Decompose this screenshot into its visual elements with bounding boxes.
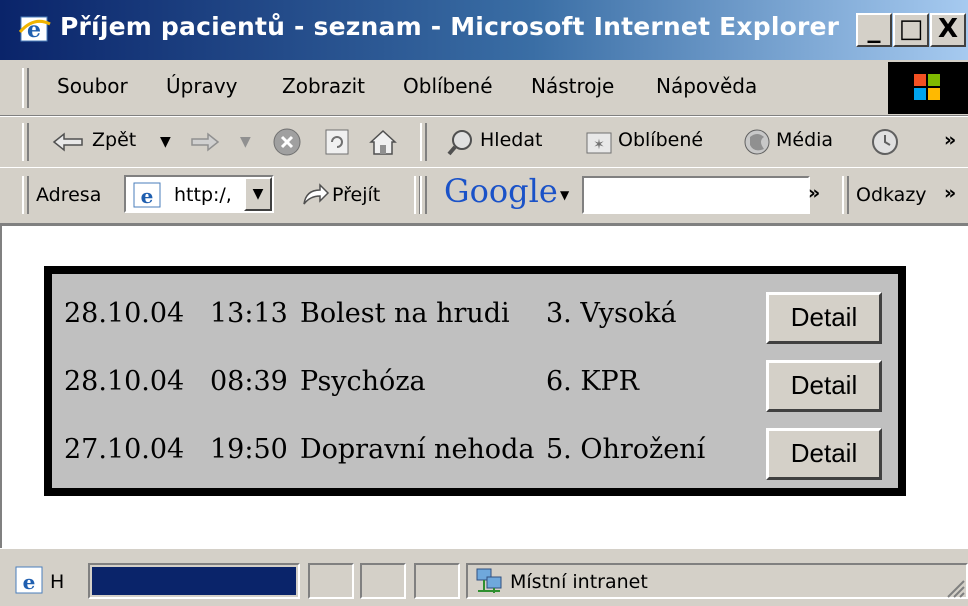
forward-dropdown-icon[interactable]: ▼ xyxy=(240,134,251,150)
ie-page-icon: e xyxy=(133,182,161,208)
menu-nastroje[interactable]: Nástroje xyxy=(531,74,614,98)
patient-reason: Bolest na hrudi xyxy=(300,298,510,329)
toolbar-grip[interactable] xyxy=(22,123,29,161)
resize-grip-icon[interactable] xyxy=(944,577,966,599)
window-title: Příjem pacientů - seznam - Microsoft Int… xyxy=(60,12,840,41)
go-button-label[interactable]: Přejít xyxy=(332,184,380,206)
menu-soubor[interactable]: Soubor xyxy=(57,74,128,98)
google-search-input[interactable] xyxy=(582,176,810,214)
patient-reason: Dopravní nehoda xyxy=(300,434,535,465)
browser-window: e Příjem pacientů - seznam - Microsoft I… xyxy=(0,0,968,606)
svg-text:✶: ✶ xyxy=(593,137,605,153)
google-more-chevron-icon[interactable]: » xyxy=(808,182,820,204)
search-button-label[interactable]: Hledat xyxy=(480,129,542,151)
history-icon[interactable] xyxy=(870,127,900,157)
search-icon[interactable] xyxy=(446,127,476,157)
stop-icon[interactable] xyxy=(272,127,302,157)
menu-upravy[interactable]: Úpravy xyxy=(166,74,237,98)
patient-row: 28.10.04 08:39 Psychóza 6. KPR Detail xyxy=(52,348,898,414)
detail-button[interactable]: Detail xyxy=(766,292,882,344)
close-button[interactable]: X xyxy=(930,13,966,47)
detail-button[interactable]: Detail xyxy=(766,360,882,412)
svg-text:e: e xyxy=(141,184,154,208)
zone-label: Místní intranet xyxy=(510,571,648,593)
menu-bar: Soubor Úpravy Zobrazit Oblíbené Nástroje… xyxy=(0,60,968,116)
address-input[interactable]: e http:/, ▼ xyxy=(124,175,274,213)
toolbar-separator xyxy=(420,123,427,161)
title-bar: e Příjem pacientů - seznam - Microsoft I… xyxy=(0,0,968,60)
google-dropdown-icon[interactable]: ▼ xyxy=(560,188,569,202)
address-dropdown-button[interactable]: ▼ xyxy=(244,177,272,211)
status-panel xyxy=(360,563,406,599)
toolbar-grip[interactable] xyxy=(420,176,427,214)
svg-text:e: e xyxy=(23,570,36,594)
toolbar-grip[interactable] xyxy=(842,176,849,214)
back-arrow-icon[interactable] xyxy=(50,127,86,157)
ie-page-icon: e xyxy=(15,566,43,594)
patient-priority: 5. Ohrožení xyxy=(546,434,706,465)
status-text: H xyxy=(50,571,65,593)
menu-zobrazit[interactable]: Zobrazit xyxy=(282,74,365,98)
patient-priority: 6. KPR xyxy=(546,366,640,397)
media-icon[interactable] xyxy=(742,127,772,157)
patient-date: 28.10.04 xyxy=(64,366,185,397)
address-url: http:/, xyxy=(174,184,232,206)
address-bar: Adresa e http:/, ▼ Přejít Google ▼ » Odk… xyxy=(0,167,968,224)
status-bar: e H Místní intranet xyxy=(0,548,968,606)
back-dropdown-icon[interactable]: ▼ xyxy=(160,134,171,150)
patient-time: 08:39 xyxy=(210,366,288,397)
intranet-icon xyxy=(476,568,502,593)
home-icon[interactable] xyxy=(368,127,398,157)
minimize-button[interactable]: _ xyxy=(856,13,892,47)
patient-date: 28.10.04 xyxy=(64,298,185,329)
favorites-icon[interactable]: ✶ xyxy=(584,127,614,157)
page-content: 28.10.04 13:13 Bolest na hrudi 3. Vysoká… xyxy=(0,224,968,548)
back-button-label[interactable]: Zpět xyxy=(92,129,136,151)
status-panel xyxy=(414,563,460,599)
patient-priority: 3. Vysoká xyxy=(546,298,677,329)
refresh-icon[interactable] xyxy=(322,127,352,157)
go-arrow-icon[interactable] xyxy=(300,182,330,210)
status-panel xyxy=(308,563,354,599)
links-more-chevron-icon[interactable]: » xyxy=(944,182,956,204)
links-label[interactable]: Odkazy xyxy=(856,184,927,206)
patient-list-frame: 28.10.04 13:13 Bolest na hrudi 3. Vysoká… xyxy=(44,266,906,496)
patient-reason: Psychóza xyxy=(300,366,426,397)
windows-logo-icon xyxy=(888,62,968,114)
favorites-button-label[interactable]: Oblíbené xyxy=(618,129,703,151)
menu-napoveda[interactable]: Nápověda xyxy=(656,74,757,98)
patient-time: 19:50 xyxy=(210,434,288,465)
patient-row: 27.10.04 19:50 Dopravní nehoda 5. Ohrože… xyxy=(52,416,898,482)
ie-logo-icon: e xyxy=(18,16,51,43)
detail-button[interactable]: Detail xyxy=(766,428,882,480)
standard-toolbar: Zpět ▼ ▼ Hledat ✶ Oblíbené Média » xyxy=(0,116,968,168)
patient-time: 13:13 xyxy=(210,298,288,329)
menu-oblibene[interactable]: Oblíbené xyxy=(403,74,493,98)
toolbar-grip[interactable] xyxy=(22,68,29,108)
media-button-label[interactable]: Média xyxy=(776,129,833,151)
forward-arrow-icon[interactable] xyxy=(190,127,222,157)
progress-bar-frame xyxy=(88,563,300,599)
toolbar-grip[interactable] xyxy=(22,176,29,214)
patient-row: 28.10.04 13:13 Bolest na hrudi 3. Vysoká… xyxy=(52,280,898,346)
address-label: Adresa xyxy=(36,184,102,206)
zone-panel: Místní intranet xyxy=(466,563,968,599)
google-logo[interactable]: Google xyxy=(444,172,558,210)
progress-bar xyxy=(92,567,296,595)
maximize-button[interactable]: □ xyxy=(893,13,929,47)
toolbar-more-chevron-icon[interactable]: » xyxy=(944,129,956,151)
patient-date: 27.10.04 xyxy=(64,434,185,465)
patient-list: 28.10.04 13:13 Bolest na hrudi 3. Vysoká… xyxy=(52,274,898,488)
